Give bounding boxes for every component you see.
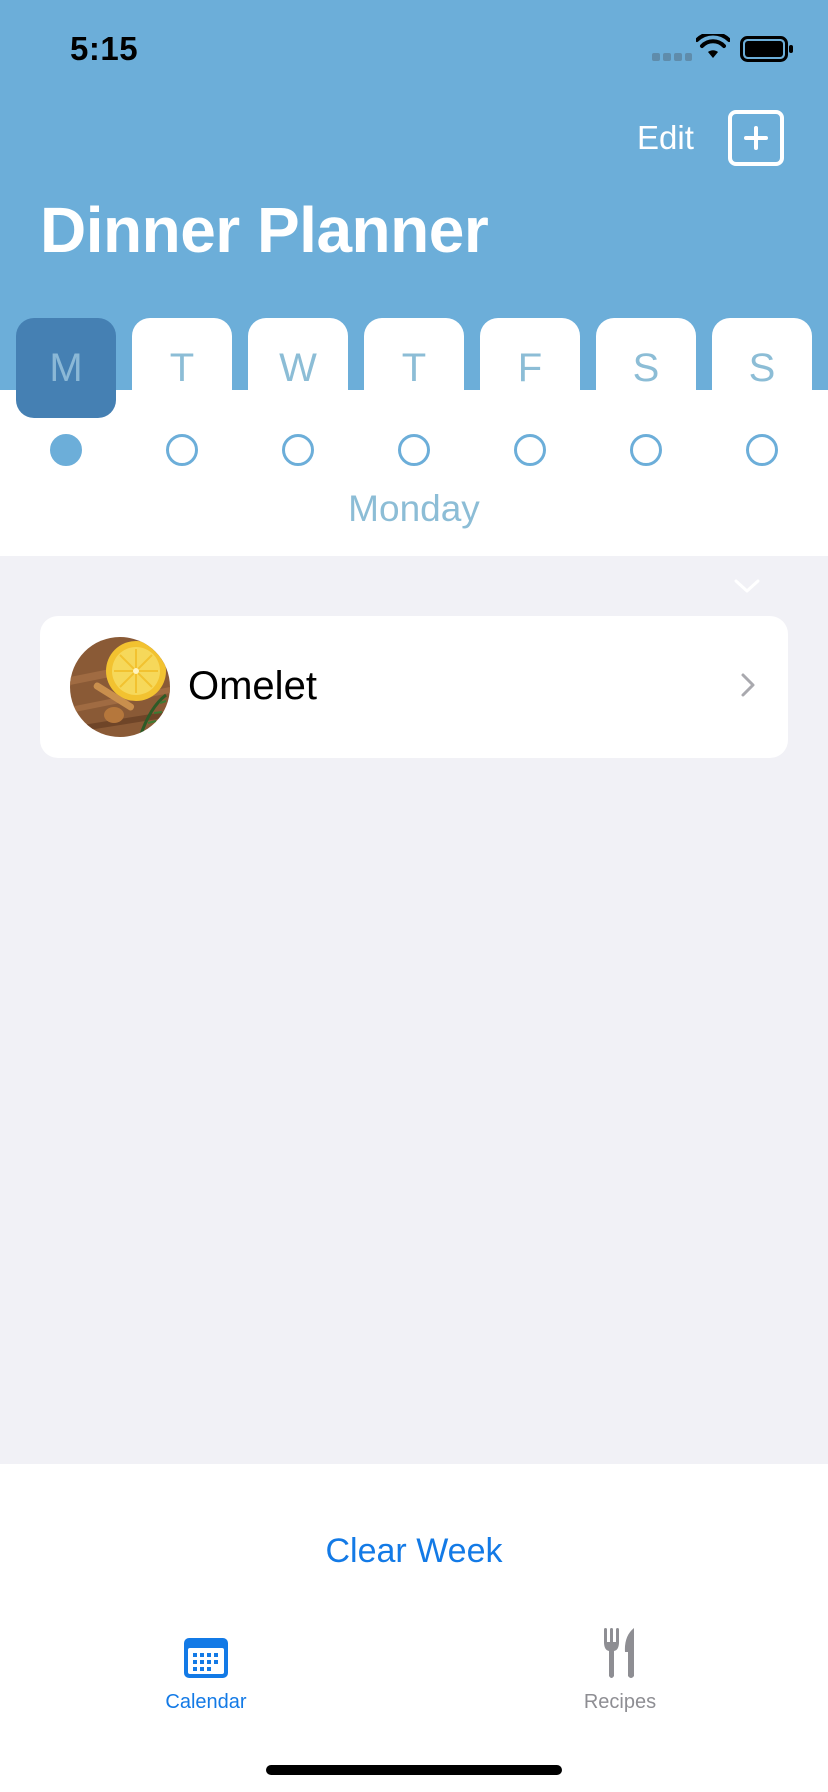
meal-thumbnail <box>70 637 170 737</box>
day-tab-wednesday[interactable]: W <box>248 318 348 418</box>
tab-recipes-label: Recipes <box>583 1691 657 1713</box>
day-tab-sunday[interactable]: S <box>712 318 812 418</box>
meal-row[interactable]: Omelet <box>40 616 788 758</box>
day-tab-monday[interactable]: M <box>16 318 116 418</box>
battery-icon <box>740 36 793 62</box>
day-tab-saturday[interactable]: S <box>596 318 696 418</box>
day-dot-tuesday[interactable] <box>166 434 198 466</box>
status-time: 5:15 <box>70 30 139 67</box>
edit-button[interactable]: Edit <box>637 119 694 157</box>
meal-name: Omelet <box>188 664 317 708</box>
calendar-icon <box>184 1638 228 1678</box>
selected-day-label: Monday <box>348 488 480 529</box>
chevron-down-icon[interactable] <box>734 578 760 594</box>
day-tab-tuesday[interactable]: T <box>132 318 232 418</box>
tab-recipes[interactable]: Recipes <box>520 1628 720 1714</box>
tab-calendar[interactable]: Calendar <box>106 1636 306 1714</box>
lemon-honey-photo-icon <box>70 637 170 737</box>
day-tab-friday[interactable]: F <box>480 318 580 418</box>
day-dot-friday[interactable] <box>514 434 546 466</box>
clear-week-button[interactable]: Clear Week <box>0 1532 828 1571</box>
wifi-icon <box>696 34 730 58</box>
home-indicator <box>266 1765 562 1775</box>
fork-knife-icon <box>604 1628 634 1678</box>
page-title: Dinner Planner <box>40 194 489 266</box>
day-dot-saturday[interactable] <box>630 434 662 466</box>
day-tab-thursday[interactable]: T <box>364 318 464 418</box>
day-dot-thursday[interactable] <box>398 434 430 466</box>
tab-calendar-label: Calendar <box>165 1691 247 1713</box>
day-dot-wednesday[interactable] <box>282 434 314 466</box>
bottom-area <box>0 1464 828 1792</box>
day-dot-sunday[interactable] <box>746 434 778 466</box>
chevron-right-icon <box>741 673 755 697</box>
day-dot-monday[interactable] <box>50 434 82 466</box>
cellular-signal-icon <box>652 53 692 61</box>
add-meal-button[interactable] <box>728 110 784 166</box>
